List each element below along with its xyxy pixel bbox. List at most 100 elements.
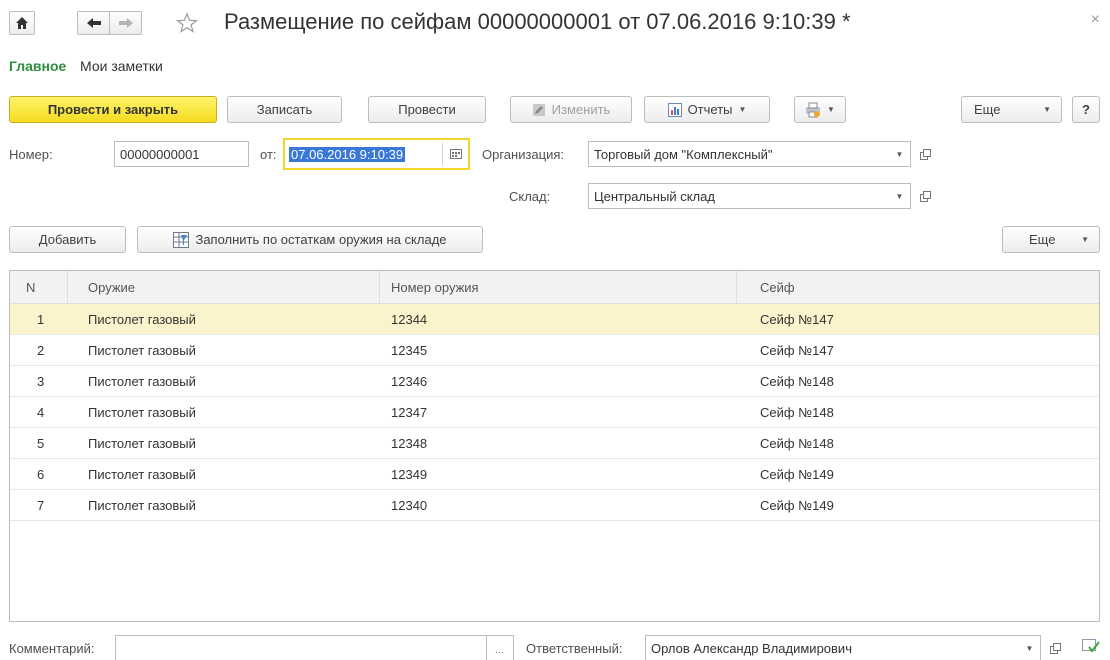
table-header: N Оружие Номер оружия Сейф xyxy=(10,271,1099,304)
cell-safe: Сейф №148 xyxy=(760,405,834,420)
cell-n: 2 xyxy=(37,343,45,358)
table-more-button[interactable]: Еще ▼ xyxy=(1002,226,1100,253)
cell-n: 5 xyxy=(37,436,45,451)
cell-n: 7 xyxy=(37,498,45,513)
cell-weapon-number: 12344 xyxy=(391,312,428,327)
cell-weapon: Пистолет газовый xyxy=(88,467,196,482)
table-row[interactable]: 4 Пистолет газовый 12347 Сейф №148 xyxy=(10,397,1099,428)
reports-label: Отчеты xyxy=(687,102,733,117)
table-row[interactable]: 5 Пистолет газовый 12348 Сейф №148 xyxy=(10,428,1099,459)
responsible-open-button[interactable] xyxy=(1045,635,1065,660)
back-button[interactable] xyxy=(77,11,110,35)
chevron-down-icon: ▼ xyxy=(1025,643,1034,653)
chevron-down-icon: ▼ xyxy=(827,105,835,114)
chart-icon xyxy=(667,102,682,117)
date-value: 07.06.2016 9:10:39 xyxy=(289,146,406,162)
chevron-down-icon: ▼ xyxy=(738,105,747,114)
column-header-safe[interactable]: Сейф xyxy=(737,271,1099,304)
check-status-button[interactable] xyxy=(1082,639,1100,658)
fill-from-stock-button[interactable]: Заполнить по остаткам оружия на складе xyxy=(137,226,483,253)
cell-weapon: Пистолет газовый xyxy=(88,436,196,451)
table-row[interactable]: 6 Пистолет газовый 12349 Сейф №149 xyxy=(10,459,1099,490)
help-label: ? xyxy=(1082,102,1090,117)
cell-n: 6 xyxy=(37,467,45,482)
table-more-label: Еще xyxy=(1029,232,1056,247)
calendar-button[interactable] xyxy=(442,143,468,165)
warehouse-dropdown[interactable]: ▼ xyxy=(889,183,911,209)
cell-weapon: Пистолет газовый xyxy=(88,374,196,389)
number-label: Номер: xyxy=(9,147,53,162)
cell-safe: Сейф №147 xyxy=(760,312,834,327)
window-title: Размещение по сейфам 00000000001 от 07.0… xyxy=(224,9,851,34)
more-label: Еще xyxy=(974,102,1001,117)
date-field[interactable]: 07.06.2016 9:10:39 xyxy=(283,138,470,170)
forward-button[interactable] xyxy=(109,11,142,35)
table-row[interactable]: 7 Пистолет газовый 12340 Сейф №149 xyxy=(10,490,1099,521)
home-icon xyxy=(16,17,28,29)
add-row-label: Добавить xyxy=(38,232,97,247)
cell-safe: Сейф №149 xyxy=(760,498,834,513)
tab-my-notes[interactable]: Мои заметки xyxy=(80,58,163,74)
organization-value: Торговый дом "Комплексный" xyxy=(594,146,773,162)
tab-main[interactable]: Главное xyxy=(9,58,66,74)
warehouse-label: Склад: xyxy=(509,189,551,204)
open-in-window-icon xyxy=(919,190,931,202)
table-row[interactable]: 3 Пистолет газовый 12346 Сейф №148 xyxy=(10,366,1099,397)
more-button[interactable]: Еще ▼ xyxy=(961,96,1062,123)
cell-safe: Сейф №149 xyxy=(760,467,834,482)
table-row[interactable]: 1 Пистолет газовый 12344 Сейф №147 xyxy=(10,304,1099,335)
save-button[interactable]: Записать xyxy=(227,96,342,123)
weapons-table[interactable]: N Оружие Номер оружия Сейф 1 Пистолет газ… xyxy=(9,270,1100,622)
organization-dropdown[interactable]: ▼ xyxy=(889,141,911,167)
calendar-icon xyxy=(449,149,462,159)
favorite-star-button[interactable] xyxy=(175,12,199,37)
chevron-down-icon: ▼ xyxy=(1081,235,1089,244)
checkmark-icon xyxy=(1082,639,1100,653)
column-header-n[interactable]: N xyxy=(10,271,68,304)
comment-field[interactable] xyxy=(115,635,487,660)
chevron-down-icon: ▼ xyxy=(1043,105,1051,114)
add-row-button[interactable]: Добавить xyxy=(9,226,126,253)
arrow-left-icon xyxy=(86,18,101,28)
reports-button[interactable]: Отчеты ▼ xyxy=(644,96,770,123)
cell-n: 1 xyxy=(37,312,45,327)
cell-weapon-number: 12349 xyxy=(391,467,428,482)
home-button[interactable] xyxy=(9,11,35,35)
arrow-right-icon xyxy=(118,18,133,28)
printer-icon xyxy=(806,102,821,117)
cell-safe: Сейф №148 xyxy=(760,436,834,451)
close-icon[interactable]: × xyxy=(1091,11,1100,29)
responsible-field[interactable]: Орлов Александр Владимирович xyxy=(645,635,1020,660)
fill-from-stock-label: Заполнить по остаткам оружия на складе xyxy=(195,232,447,247)
print-menu-button[interactable]: ▼ xyxy=(794,96,846,123)
table-fill-icon xyxy=(173,231,190,248)
date-label: от: xyxy=(260,147,277,162)
open-in-window-icon xyxy=(1049,642,1061,654)
help-button[interactable]: ? xyxy=(1072,96,1100,123)
table-row[interactable]: 2 Пистолет газовый 12345 Сейф №147 xyxy=(10,335,1099,366)
organization-label: Организация: xyxy=(482,147,565,162)
number-value: 00000000001 xyxy=(120,146,200,162)
organization-field[interactable]: Торговый дом "Комплексный" xyxy=(588,141,890,167)
column-header-weapon-number[interactable]: Номер оружия xyxy=(380,271,737,304)
chevron-down-icon: ▼ xyxy=(895,149,904,159)
post-and-close-button[interactable]: Провести и закрыть xyxy=(9,96,217,123)
cell-weapon-number: 12345 xyxy=(391,343,428,358)
post-label: Провести xyxy=(398,102,456,117)
cell-weapon: Пистолет газовый xyxy=(88,498,196,513)
post-button[interactable]: Провести xyxy=(368,96,486,123)
warehouse-field[interactable]: Центральный склад xyxy=(588,183,890,209)
responsible-dropdown[interactable]: ▼ xyxy=(1019,635,1041,660)
cell-weapon-number: 12347 xyxy=(391,405,428,420)
edit-label: Изменить xyxy=(551,102,611,117)
column-header-weapon[interactable]: Оружие xyxy=(68,271,380,304)
comment-ellipsis-button[interactable]: ... xyxy=(486,635,514,660)
cell-weapon: Пистолет газовый xyxy=(88,312,196,327)
warehouse-open-button[interactable] xyxy=(915,183,935,209)
cell-weapon-number: 12340 xyxy=(391,498,428,513)
star-icon xyxy=(175,12,199,33)
post-and-close-label: Провести и закрыть xyxy=(47,102,179,117)
edit-button[interactable]: Изменить xyxy=(510,96,632,123)
organization-open-button[interactable] xyxy=(915,141,935,167)
number-field[interactable]: 00000000001 xyxy=(114,141,249,167)
